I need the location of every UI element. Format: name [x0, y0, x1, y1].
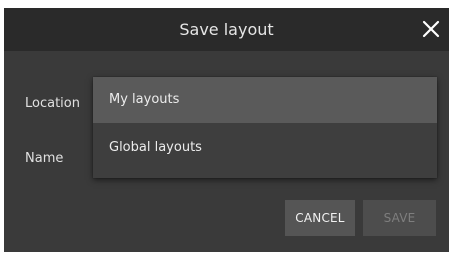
dialog-title: Save layout — [179, 20, 274, 39]
location-dropdown-menu: My layouts Global layouts — [93, 77, 437, 178]
save-button[interactable]: SAVE — [363, 200, 436, 236]
name-label: Name — [25, 151, 64, 166]
close-icon[interactable] — [421, 19, 441, 39]
cancel-button[interactable]: CANCEL — [285, 200, 355, 236]
dialog-titlebar: Save layout — [4, 8, 449, 51]
dropdown-option-global-layouts[interactable]: Global layouts — [93, 125, 437, 171]
location-label: Location — [25, 96, 80, 111]
save-layout-dialog: Save layout Location Name My layouts Glo… — [4, 8, 449, 252]
dropdown-option-my-layouts[interactable]: My layouts — [93, 77, 437, 123]
